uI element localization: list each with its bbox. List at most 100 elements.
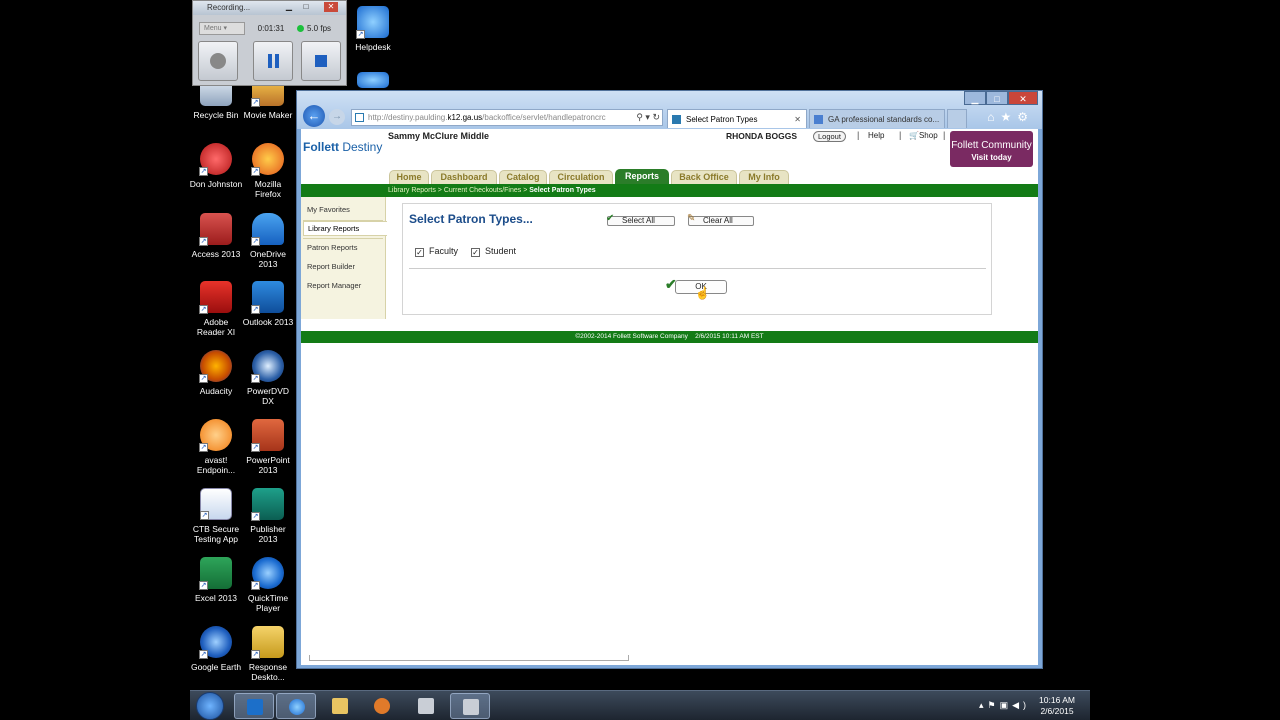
footer-copyright[interactable]: ©2002-2014 Follett Software Company bbox=[575, 333, 687, 340]
horizontal-scrollbar[interactable] bbox=[309, 655, 629, 661]
address-actions[interactable]: ⚲ ▾ ↻ bbox=[636, 110, 660, 125]
select-all-button[interactable]: ✔ Select All bbox=[606, 214, 675, 226]
desktop-icon-label: Response Deskto... bbox=[248, 662, 288, 682]
desktop-icon-label: Movie Maker bbox=[243, 110, 293, 120]
desktop-icon-quicktime[interactable]: ↗ QuickTime Player bbox=[241, 557, 295, 613]
desktop-icon-helpdesk[interactable]: ↗ Helpdesk bbox=[346, 6, 400, 52]
recorder-menu-dropdown[interactable]: Menu ▾ bbox=[199, 22, 245, 35]
new-tab-button[interactable] bbox=[947, 109, 967, 128]
desktop-icon-don-johnston[interactable]: ↗ Don Johnston bbox=[189, 143, 243, 189]
recorder-title-bar: Recording... ▁ □ ✕ bbox=[193, 1, 346, 15]
sidebar-item-report-builder[interactable]: Report Builder bbox=[307, 262, 355, 271]
address-host: k12.ga.us bbox=[447, 113, 483, 122]
desktop-icon-label: PowerDVD DX bbox=[246, 386, 290, 406]
address-path: /backoffice/servlet/handlepatroncrc bbox=[482, 113, 606, 122]
tab-ga-professional-standards[interactable]: GA professional standards co... bbox=[809, 109, 945, 128]
taskbar-media-player[interactable] bbox=[362, 693, 402, 719]
divider: | bbox=[857, 130, 860, 140]
volume-icon[interactable]: ◀) bbox=[1012, 700, 1030, 710]
tab-dashboard[interactable]: Dashboard bbox=[431, 170, 497, 184]
desktop-icon-outlook[interactable]: ↗ Outlook 2013 bbox=[241, 281, 295, 327]
network-icon[interactable]: ▣ bbox=[1000, 700, 1013, 710]
close-icon[interactable]: ✕ bbox=[324, 2, 338, 12]
maximize-button[interactable]: □ bbox=[986, 91, 1008, 105]
logout-button[interactable]: Logout bbox=[813, 131, 846, 142]
breadcrumb-current: Select Patron Types bbox=[529, 187, 596, 194]
desktop-icon-recycle-bin[interactable]: Recycle Bin bbox=[189, 80, 243, 120]
pause-button[interactable] bbox=[253, 41, 293, 81]
desktop-icon-powerdvd[interactable]: ↗ PowerDVD DX bbox=[241, 350, 295, 406]
tab-reports[interactable]: Reports bbox=[615, 169, 669, 184]
desktop-icon-powerpoint[interactable]: ↗ PowerPoint 2013 bbox=[241, 419, 295, 475]
desktop-icon-firefox[interactable]: ↗ Mozilla Firefox bbox=[241, 143, 295, 199]
stop-button[interactable] bbox=[301, 41, 341, 81]
desktop-icon-onedrive[interactable]: ↗ OneDrive 2013 bbox=[241, 213, 295, 269]
footer-timestamp: 2/6/2015 10:11 AM EST bbox=[695, 333, 764, 340]
favorites-star-icon[interactable]: ★ bbox=[1000, 110, 1017, 124]
powerpoint-icon: ↗ bbox=[251, 419, 284, 452]
home-icon[interactable]: ⌂ bbox=[987, 110, 1000, 124]
taskbar-outlook[interactable] bbox=[234, 693, 274, 719]
desktop-icon-label: Excel 2013 bbox=[194, 593, 238, 603]
taskbar-file-explorer[interactable] bbox=[320, 693, 360, 719]
tab-back-office[interactable]: Back Office bbox=[671, 170, 737, 184]
stop-icon bbox=[315, 55, 327, 67]
record-icon bbox=[210, 53, 226, 69]
desktop-icon-label: Access 2013 bbox=[191, 249, 241, 259]
sidebar-item-my-favorites[interactable]: My Favorites bbox=[307, 205, 350, 214]
desktop-icon-google-earth[interactable]: ↗ Google Earth bbox=[189, 626, 243, 672]
taskbar-recorder[interactable] bbox=[450, 693, 490, 719]
close-button[interactable]: ✕ bbox=[1008, 91, 1038, 105]
powerdvd-icon: ↗ bbox=[251, 350, 284, 383]
tab-select-patron-types[interactable]: Select Patron Types ✕ bbox=[667, 109, 807, 128]
clear-all-label: Clear All bbox=[703, 216, 733, 225]
sidebar-item-patron-reports[interactable]: Patron Reports bbox=[307, 243, 357, 252]
record-button[interactable] bbox=[198, 41, 238, 81]
desktop-icon-movie-maker[interactable]: ↗ Movie Maker bbox=[241, 80, 295, 120]
desktop-icon-ctb-secure[interactable]: ↗ CTB Secure Testing App bbox=[189, 488, 243, 544]
sidebar-item-report-manager[interactable]: Report Manager bbox=[307, 281, 361, 290]
desktop-icon-response[interactable]: ↗ Response Deskto... bbox=[241, 626, 295, 682]
shop-link[interactable]: 🛒Shop bbox=[909, 131, 938, 140]
desktop-icon-avast[interactable]: ↗ avast! Endpoin... bbox=[189, 419, 243, 475]
address-bar[interactable]: http://destiny.paulding.k12.ga.us/backof… bbox=[351, 109, 663, 126]
desktop-icon-publisher[interactable]: ↗ Publisher 2013 bbox=[241, 488, 295, 544]
start-button[interactable] bbox=[196, 692, 224, 720]
flag-icon[interactable]: ⚑ bbox=[987, 700, 999, 710]
checkbox-faculty[interactable]: ✓ Faculty bbox=[415, 246, 458, 257]
clear-all-button[interactable]: ✎ Clear All bbox=[687, 214, 754, 226]
tab-circulation[interactable]: Circulation bbox=[549, 170, 613, 184]
ctb-secure-icon: ↗ bbox=[200, 488, 232, 520]
minimize-button[interactable]: ▁ bbox=[964, 91, 986, 105]
forward-button[interactable]: → bbox=[329, 109, 345, 125]
checkbox-icon[interactable]: ✓ bbox=[471, 248, 480, 257]
maximize-icon[interactable]: □ bbox=[299, 2, 313, 12]
sidebar-item-library-reports[interactable]: Library Reports bbox=[303, 221, 387, 236]
desktop-icon-label: PowerPoint 2013 bbox=[246, 455, 290, 475]
taskbar-internet-explorer[interactable] bbox=[276, 693, 316, 719]
desktop-icon-label: Adobe Reader XI bbox=[196, 317, 236, 337]
checkbox-student[interactable]: ✓ Student bbox=[471, 246, 516, 257]
gear-icon[interactable]: ⚙ bbox=[1017, 110, 1034, 124]
clock[interactable]: 10:16 AM 2/6/2015 bbox=[1032, 695, 1082, 717]
tab-catalog[interactable]: Catalog bbox=[499, 170, 547, 184]
back-button[interactable]: ← bbox=[303, 105, 325, 127]
google-icon bbox=[814, 115, 823, 124]
desktop-icon-access[interactable]: ↗ Access 2013 bbox=[189, 213, 243, 259]
breadcrumb-path[interactable]: Library Reports > Current Checkouts/Fine… bbox=[388, 187, 529, 194]
taskbar-app[interactable] bbox=[406, 693, 446, 719]
close-tab-icon[interactable]: ✕ bbox=[794, 110, 801, 128]
minimize-icon[interactable]: ▁ bbox=[282, 2, 296, 12]
tab-home[interactable]: Home bbox=[389, 170, 429, 184]
tab-my-info[interactable]: My Info bbox=[739, 170, 789, 184]
help-link[interactable]: Help bbox=[868, 131, 884, 140]
desktop-icon-partial[interactable] bbox=[346, 72, 400, 92]
checkbox-label: Faculty bbox=[429, 246, 459, 256]
desktop-icon-excel[interactable]: ↗ Excel 2013 bbox=[189, 557, 243, 603]
address-prefix: http://destiny.paulding. bbox=[368, 113, 448, 122]
desktop-icon-adobe-reader[interactable]: ↗ Adobe Reader XI bbox=[189, 281, 243, 337]
checkbox-icon[interactable]: ✓ bbox=[415, 248, 424, 257]
desktop-icon-audacity[interactable]: ↗ Audacity bbox=[189, 350, 243, 396]
follett-community-banner[interactable]: Follett Community Visit today bbox=[950, 131, 1033, 167]
outlook-icon: ↗ bbox=[251, 281, 284, 314]
